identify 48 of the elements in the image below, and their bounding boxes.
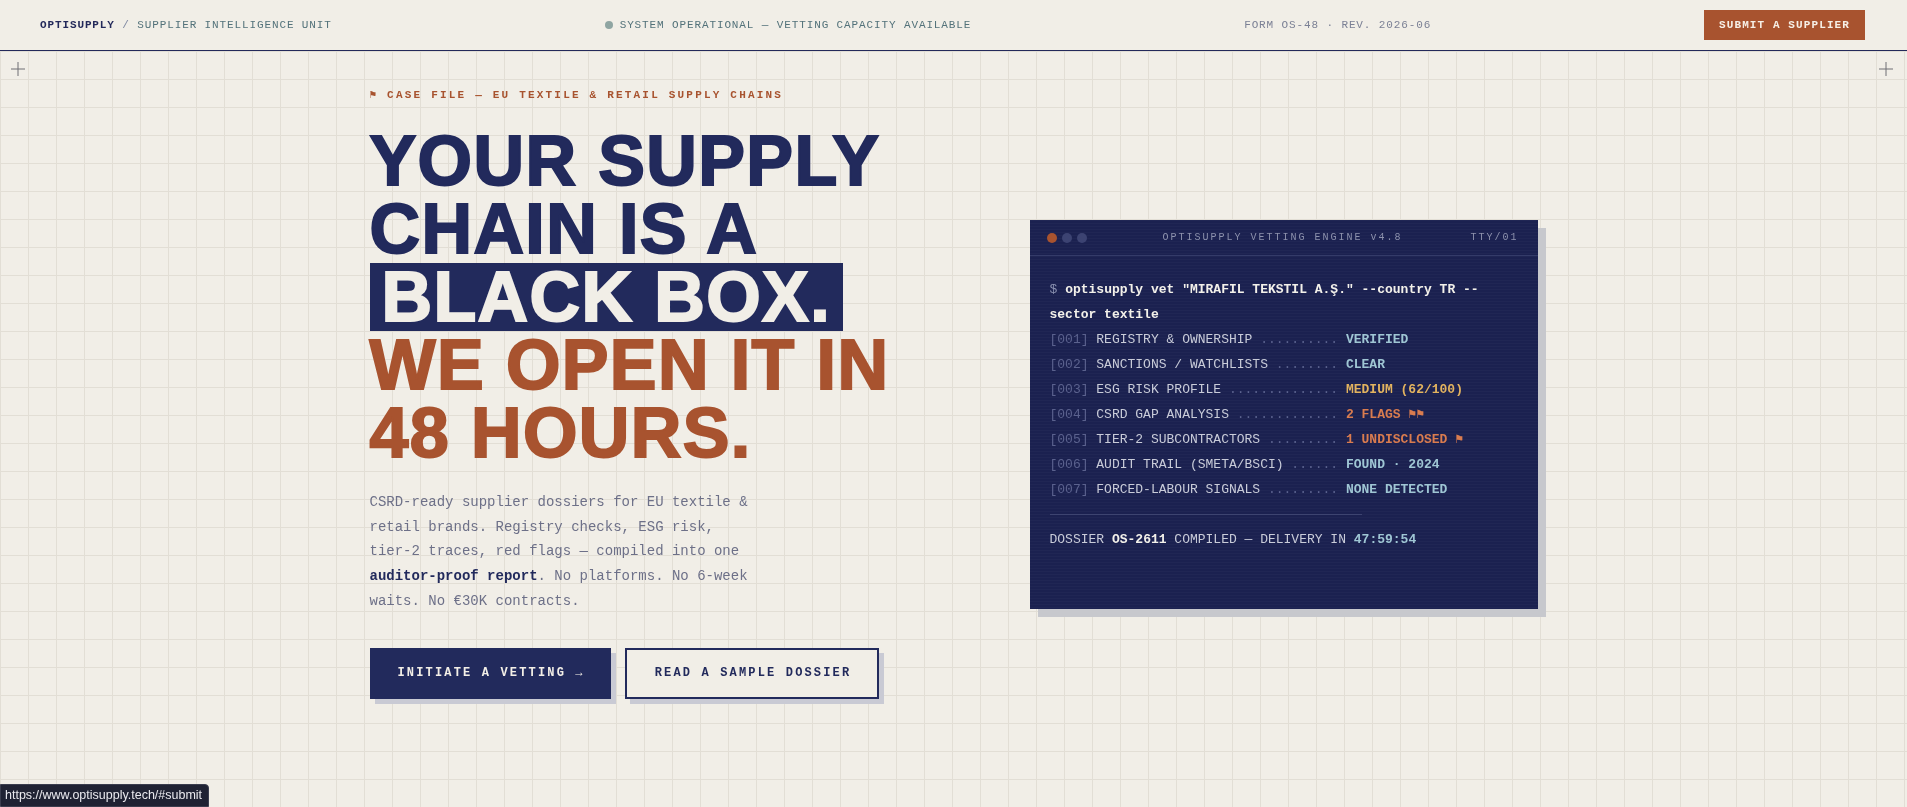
dot-leader: .............: [1236, 406, 1339, 424]
check-result: CLEAR: [1345, 356, 1385, 374]
check-name: ESG RISK PROFILE: [1096, 381, 1222, 399]
check-number: [002]: [1049, 356, 1089, 374]
dot-leader: ........: [1275, 356, 1339, 374]
check-number: [001]: [1049, 331, 1089, 349]
case-file-label: ⚑ CASE FILE — EU TEXTILE & RETAIL SUPPLY CHAINS: [369, 88, 785, 102]
window-dot-icon: [1046, 232, 1057, 243]
dot-leader: .........: [1267, 481, 1339, 499]
system-status-text: SYSTEM OPERATIONAL — VETTING CAPACITY AVAILABLE: [619, 19, 972, 31]
dot-leader: ..............: [1228, 381, 1339, 399]
tty-label: TTY/01: [1470, 232, 1519, 243]
check-result: 2 FLAGS ⚑⚑: [1345, 406, 1425, 424]
check-name: SANCTIONS / WATCHLISTS: [1096, 356, 1268, 374]
dot-leader: ..........: [1260, 331, 1339, 349]
sample-dossier-button[interactable]: READ A SAMPLE DOSSIER: [624, 647, 885, 704]
check-result: MEDIUM (62/100): [1345, 381, 1463, 399]
window-dot-icon: [1061, 232, 1072, 243]
check-number: [005]: [1049, 431, 1089, 449]
check-result: FOUND · 2024: [1345, 456, 1440, 474]
hero-description: CSRD-ready supplier dossiers for EU textile & retail brands. Registry checks, ESG risk, tier-2 traces, red flags — compiled into one auditor-proof report. No platforms. No 6-week waits. No €30K contracts.: [369, 493, 749, 611]
check-name: FORCED-LABOUR SIGNALS: [1096, 481, 1261, 499]
crosshair-icon: [11, 62, 25, 76]
dossier-summary: DOSSIER OS-2611 COMPILED — DELIVERY IN 47:59:54: [1049, 530, 1418, 549]
check-name: TIER-2 SUBCONTRACTORS: [1096, 431, 1261, 449]
check-number: [004]: [1049, 406, 1089, 424]
submit-supplier-button[interactable]: SUBMIT A SUPPLIER: [1704, 10, 1865, 40]
check-name: REGISTRY & OWNERSHIP: [1096, 331, 1253, 349]
window-dot-icon: [1076, 232, 1087, 243]
dot-leader: ......: [1291, 456, 1339, 474]
link-preview-url: https://www.optisupply.tech/#submit: [0, 784, 210, 807]
check-number: [006]: [1049, 456, 1089, 474]
check-name: AUDIT TRAIL (SMETA/BSCI): [1096, 456, 1284, 474]
check-number: [007]: [1049, 481, 1089, 499]
dot-leader: .........: [1267, 431, 1339, 449]
terminal-title: OPTISUPPLY VETTING ENGINE v4.8: [1162, 232, 1403, 243]
hero-headline: YOUR SUPPLY CHAIN IS A BLACK BOX. WE OPEN IT IN 48 HOURS.: [369, 127, 891, 467]
site-title: OPTISUPPLY / SUPPLIER INTELLIGENCE UNIT: [40, 19, 332, 31]
check-result: NONE DETECTED: [1345, 481, 1448, 499]
check-number: [003]: [1049, 381, 1089, 399]
crosshair-icon: [1879, 62, 1893, 76]
check-name: CSRD GAP ANALYSIS: [1096, 406, 1229, 424]
form-reference: FORM OS-48 · REV. 2026-06: [1244, 19, 1432, 31]
initiate-vetting-button[interactable]: INITIATE A VETTING →: [369, 647, 616, 704]
status-dot-icon: [604, 21, 613, 29]
check-result: VERIFIED: [1345, 331, 1409, 349]
check-result: 1 UNDISCLOSED ⚑: [1345, 431, 1463, 449]
terminal-command: $ optisupply vet "MIRAFIL TEKSTIL A.Ş." --country TR --sector textile: [1049, 281, 1480, 324]
